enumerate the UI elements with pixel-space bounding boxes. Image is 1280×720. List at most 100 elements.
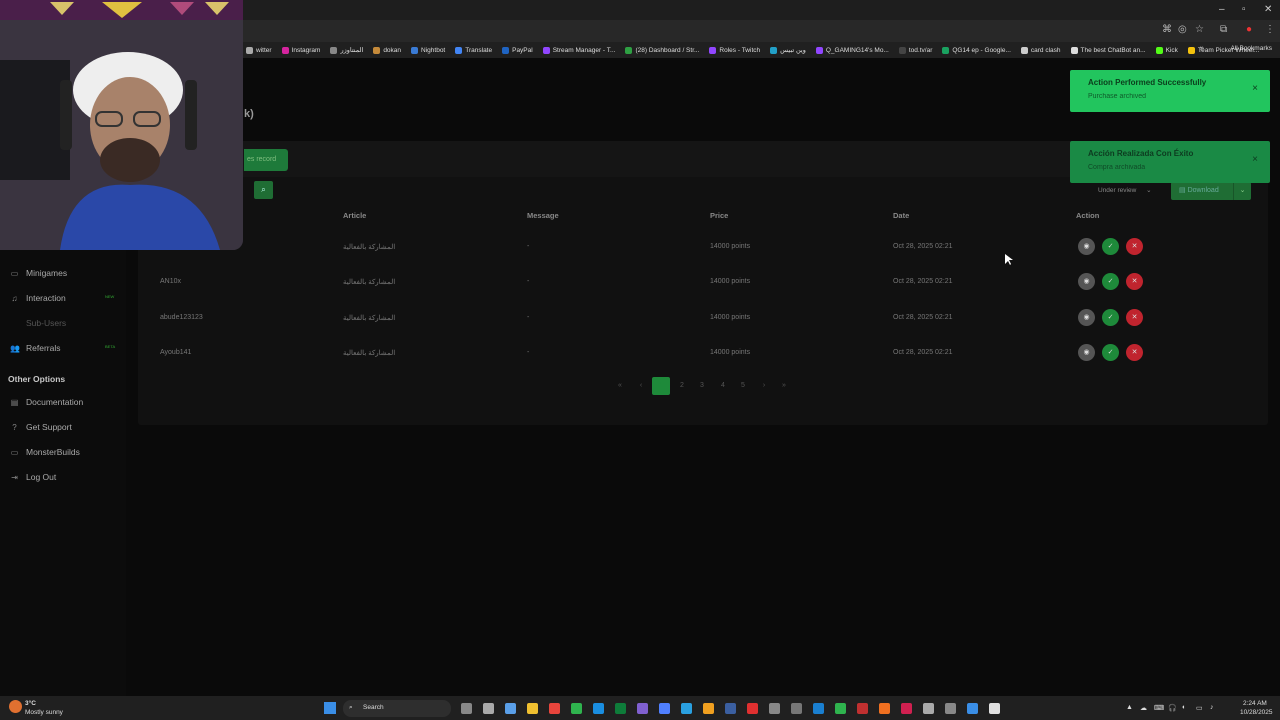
taskbar-app-icon[interactable]: [725, 703, 736, 714]
sidebar-item-referrals[interactable]: 👥 Referrals: [10, 343, 60, 353]
bookmark-item[interactable]: dokan: [373, 46, 401, 54]
tray-icon[interactable]: 🎧: [1168, 704, 1177, 712]
taskbar-app-icon[interactable]: [637, 703, 648, 714]
sidebar-item-minigames[interactable]: ▭ Minigames: [10, 268, 67, 278]
weather-desc[interactable]: Mostly sunny: [25, 709, 63, 716]
close-icon[interactable]: ×: [1252, 83, 1258, 94]
sidebar-item-sub-users[interactable]: Sub-Users: [10, 318, 66, 328]
bookmark-item[interactable]: Nightbot: [411, 46, 445, 54]
tray-icon[interactable]: ▭: [1196, 704, 1203, 712]
taskbar-app-icon[interactable]: [901, 703, 912, 714]
sidebar-item-monsterbuilds[interactable]: ▭ MonsterBuilds: [10, 447, 80, 457]
taskbar-app-icon[interactable]: [879, 703, 890, 714]
page-button[interactable]: ›: [755, 377, 773, 395]
menu-icon[interactable]: ⋮: [1265, 24, 1275, 35]
reject-button[interactable]: ✕: [1126, 309, 1143, 326]
sidebar-item-documentation[interactable]: ▤ Documentation: [10, 397, 83, 407]
taskbar-app-icon[interactable]: [593, 703, 604, 714]
taskbar-app-icon[interactable]: [527, 703, 538, 714]
approve-button[interactable]: ✓: [1102, 309, 1119, 326]
eye-off-icon[interactable]: ◎: [1178, 24, 1187, 35]
taskbar-app-icon[interactable]: [857, 703, 868, 714]
tray-icon[interactable]: ♪: [1210, 704, 1214, 711]
page-button[interactable]: «: [611, 377, 629, 395]
reject-button[interactable]: ✕: [1126, 273, 1143, 290]
bookmark-item[interactable]: Stream Manager - T...: [542, 46, 615, 54]
bookmarks-more-button[interactable]: »: [1200, 45, 1204, 52]
bookmark-item[interactable]: المنتاوزر: [330, 46, 363, 54]
status-filter-select[interactable]: Under review ⌄: [1092, 183, 1164, 199]
bookmark-item[interactable]: card clash: [1020, 46, 1061, 54]
bookmark-item[interactable]: (28) Dashboard / Str...: [625, 46, 699, 54]
page-button[interactable]: »: [775, 377, 793, 395]
tray-icon[interactable]: ⌨: [1154, 704, 1164, 712]
start-icon[interactable]: [324, 702, 336, 714]
bookmark-item[interactable]: QG14 ep - Google...: [942, 46, 1011, 54]
download-dropdown-icon[interactable]: ⌄: [1233, 182, 1251, 200]
archived-records-button[interactable]: es record: [244, 149, 288, 171]
all-bookmarks-button[interactable]: All Bookmarks: [1230, 45, 1272, 52]
taskbar-app-icon[interactable]: [505, 703, 516, 714]
approve-button[interactable]: ✓: [1102, 273, 1119, 290]
taskbar-app-icon[interactable]: [483, 703, 494, 714]
extensions-icon[interactable]: ⧉: [1220, 24, 1227, 35]
view-button[interactable]: ◉: [1078, 344, 1095, 361]
taskbar-search[interactable]: ⌕ Search: [343, 700, 451, 717]
translate-icon[interactable]: ⌘: [1162, 24, 1172, 35]
taskbar-app-icon[interactable]: [747, 703, 758, 714]
clock-time[interactable]: 2:24 AM: [1243, 700, 1267, 707]
taskbar-app-icon[interactable]: [571, 703, 582, 714]
view-button[interactable]: ◉: [1078, 309, 1095, 326]
taskbar-app-icon[interactable]: [703, 703, 714, 714]
approve-button[interactable]: ✓: [1102, 344, 1119, 361]
taskbar-app-icon[interactable]: [681, 703, 692, 714]
bookmark-item[interactable]: witter: [246, 46, 272, 54]
bookmark-item[interactable]: tod.tv/ar: [898, 46, 932, 54]
page-button[interactable]: 1: [652, 377, 670, 395]
reject-button[interactable]: ✕: [1126, 344, 1143, 361]
sidebar-item-interaction[interactable]: ♫ Interaction: [10, 293, 66, 303]
bookmark-item[interactable]: Q_GAMING14's Mo...: [815, 46, 889, 54]
taskbar-app-icon[interactable]: [813, 703, 824, 714]
view-button[interactable]: ◉: [1078, 273, 1095, 290]
sidebar-item-log-out[interactable]: ⇥ Log Out: [10, 472, 56, 482]
view-button[interactable]: ◉: [1078, 238, 1095, 255]
taskbar-app-icon[interactable]: [791, 703, 802, 714]
clock-date[interactable]: 10/28/2025: [1240, 709, 1273, 716]
page-button[interactable]: 5: [734, 377, 752, 395]
page-button[interactable]: 3: [693, 377, 711, 395]
taskbar-app-icon[interactable]: [615, 703, 626, 714]
tray-icon[interactable]: ◐: [1182, 704, 1186, 711]
close-icon[interactable]: ×: [1252, 154, 1258, 165]
bookmark-item[interactable]: Kick: [1155, 46, 1178, 54]
taskbar-app-icon[interactable]: [659, 703, 670, 714]
search-button[interactable]: ⌕: [254, 181, 273, 199]
bookmark-item[interactable]: Instagram: [281, 46, 320, 54]
tray-icon[interactable]: ☁: [1140, 704, 1147, 712]
taskbar-app-icon[interactable]: [549, 703, 560, 714]
bookmark-item[interactable]: Translate: [455, 46, 492, 54]
close-window-icon[interactable]: ✕: [1264, 4, 1272, 15]
bookmark-item[interactable]: وين تبيس: [770, 46, 806, 54]
bookmark-item[interactable]: PayPal: [502, 46, 533, 54]
page-button[interactable]: 2: [673, 377, 691, 395]
restore-icon[interactable]: ▫: [1242, 4, 1246, 15]
page-button[interactable]: 4: [714, 377, 732, 395]
taskbar-app-icon[interactable]: [461, 703, 472, 714]
profile-icon[interactable]: ●: [1246, 24, 1252, 35]
reject-button[interactable]: ✕: [1126, 238, 1143, 255]
download-button[interactable]: ▤ Download ⌄: [1171, 182, 1251, 200]
bookmark-item[interactable]: The best ChatBot an...: [1070, 46, 1146, 54]
taskbar-app-icon[interactable]: [989, 703, 1000, 714]
sidebar-item-get-support[interactable]: ? Get Support: [10, 422, 72, 432]
taskbar-app-icon[interactable]: [923, 703, 934, 714]
page-button[interactable]: ‹: [632, 377, 650, 395]
taskbar-app-icon[interactable]: [945, 703, 956, 714]
approve-button[interactable]: ✓: [1102, 238, 1119, 255]
tray-icon[interactable]: ▲: [1126, 704, 1133, 711]
taskbar-app-icon[interactable]: [967, 703, 978, 714]
minimize-icon[interactable]: –: [1219, 4, 1225, 15]
taskbar-app-icon[interactable]: [835, 703, 846, 714]
weather-temp[interactable]: 3°C: [25, 700, 36, 707]
bookmark-item[interactable]: Roles - Twitch: [709, 46, 760, 54]
